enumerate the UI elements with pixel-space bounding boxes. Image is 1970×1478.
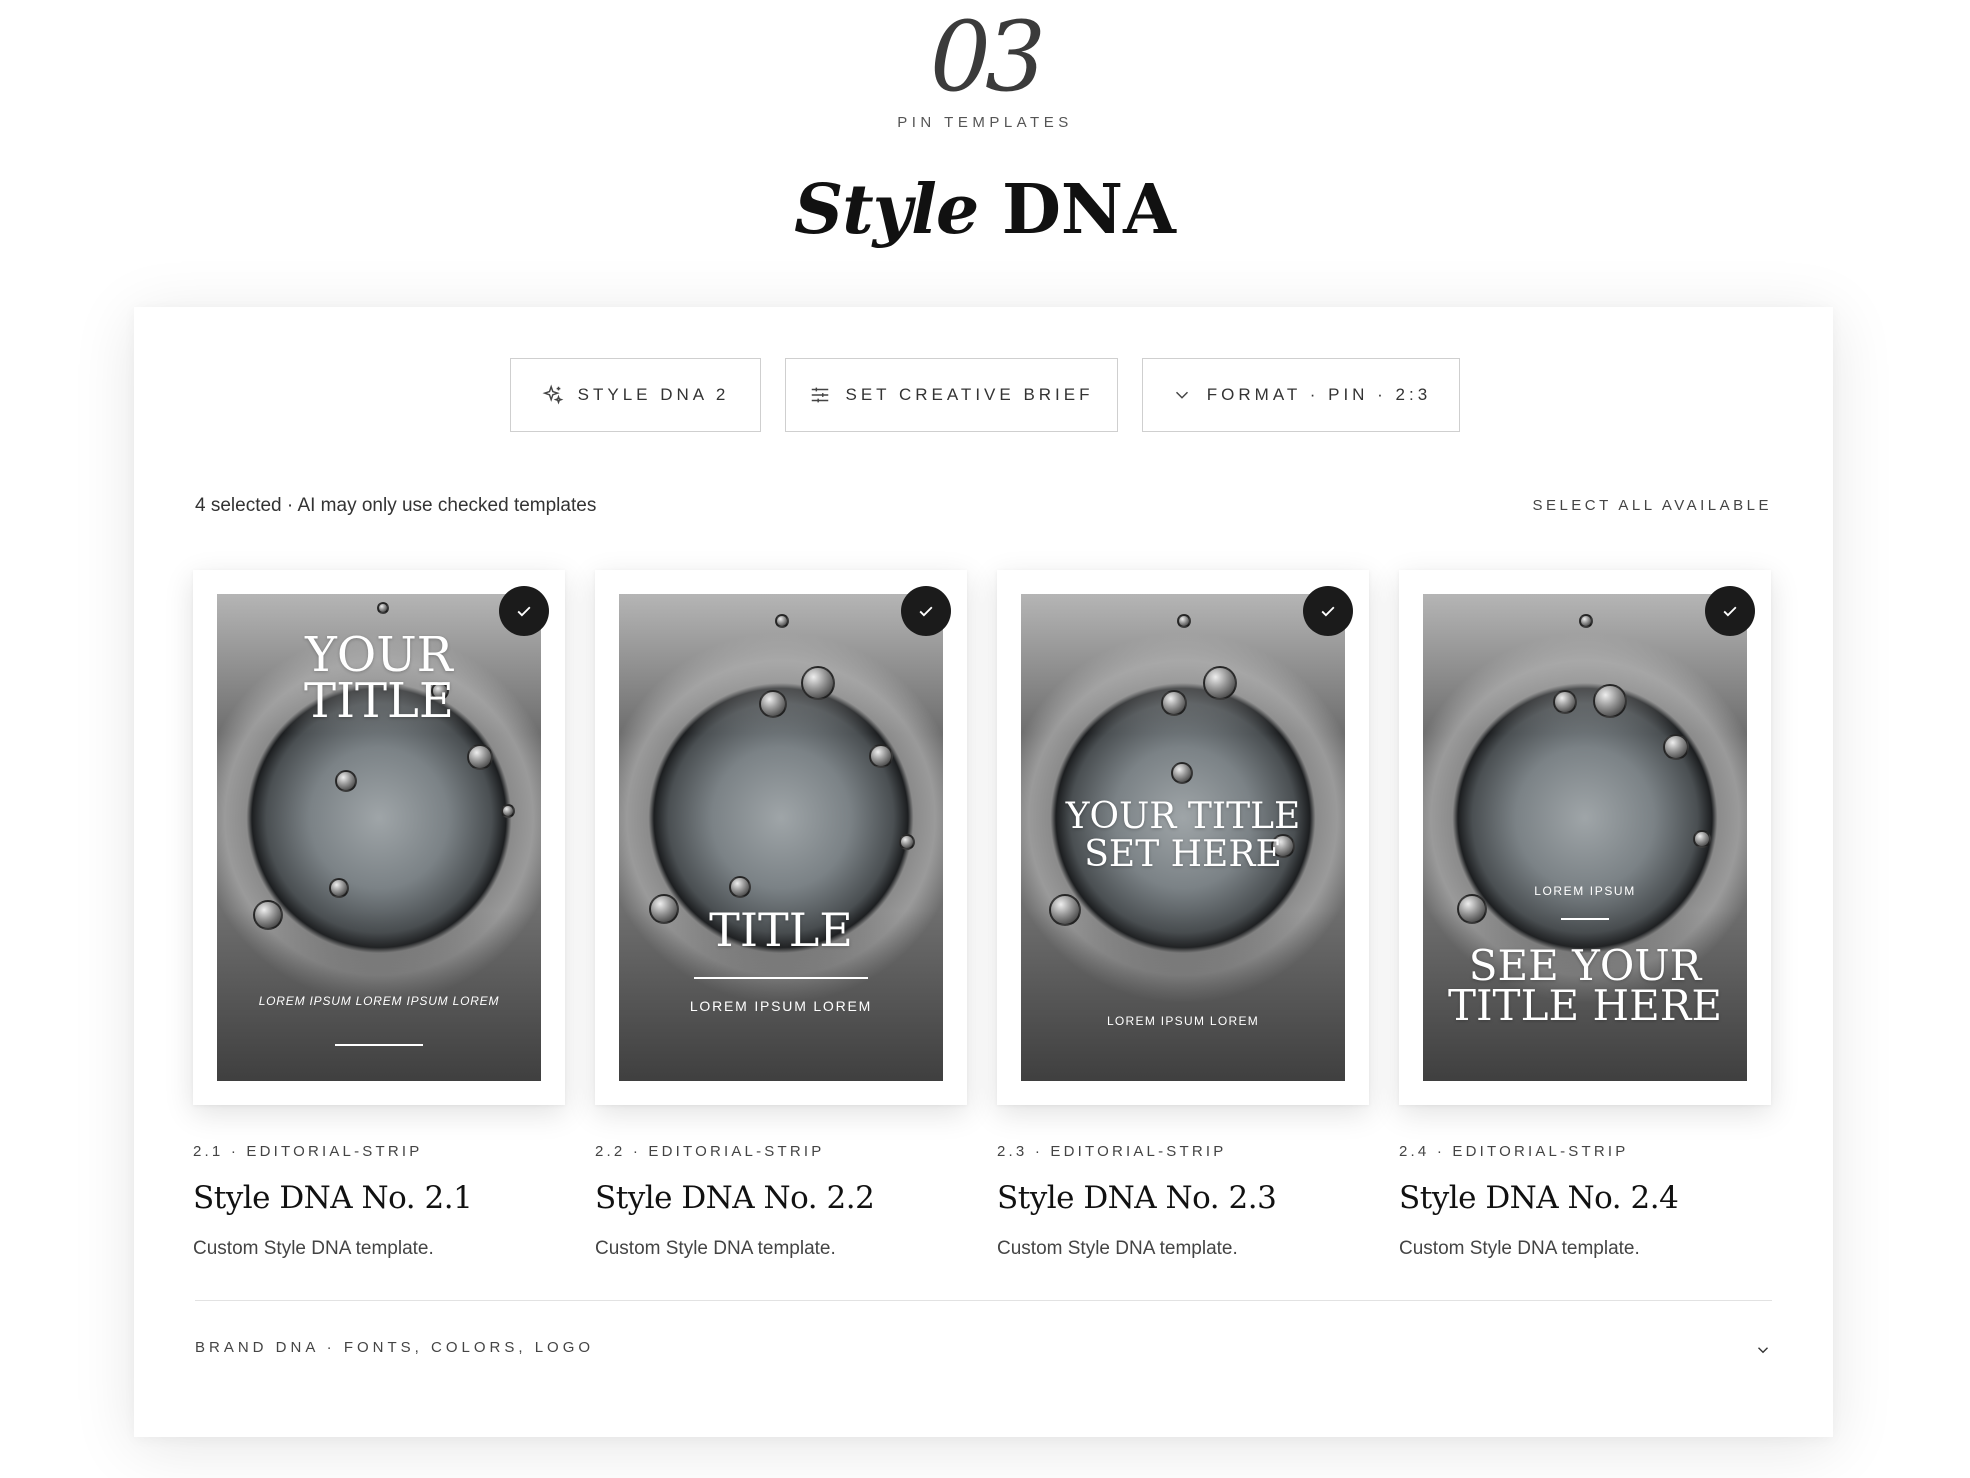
check-icon [1723,606,1737,617]
preview-title: SEE YOUR TITLE HERE [1423,941,1747,1030]
preview-title-line2: TITLE [304,673,454,729]
water-droplet [1693,830,1711,848]
water-droplet [335,770,357,792]
water-droplet [729,876,751,898]
template-name: Style DNA No. 2.1 [193,1180,473,1216]
preview-title-line1: YOUR [305,627,453,683]
water-droplet [869,744,893,768]
template-checkbox[interactable] [901,586,951,636]
preview-divider [335,1044,423,1046]
water-droplet [377,602,389,614]
page-title-italic: Style [794,170,979,250]
water-droplet [329,878,349,898]
template-preview-image: YOUR TITLE LOREM IPSUM LOREM IPSUM LOREM [217,594,541,1081]
template-description: Custom Style DNA template. [1399,1238,1640,1259]
preview-subtitle: LOREM IPSUM LOREM [689,998,873,1014]
water-droplet [501,804,515,818]
template-meta: 2.2 · EDITORIAL-STRIP [595,1143,825,1160]
check-icon [919,606,933,617]
preview-title: TITLE [709,903,853,957]
template-checkbox[interactable] [1705,586,1755,636]
template-preview-image: YOUR TITLE SET HERE LOREM IPSUM LOREM [1021,594,1345,1081]
template-preview-frame[interactable]: YOUR TITLE SET HERE LOREM IPSUM LOREM [997,570,1369,1105]
template-meta: 2.3 · EDITORIAL-STRIP [997,1143,1227,1160]
select-all-link[interactable]: SELECT ALL AVAILABLE [1532,497,1772,514]
water-droplet [1161,690,1187,716]
template-description: Custom Style DNA template. [193,1238,434,1259]
brand-dna-label: BRAND DNA · FONTS, COLORS, LOGO [195,1339,595,1356]
template-preview-frame[interactable]: YOUR TITLE LOREM IPSUM LOREM IPSUM LOREM [193,570,565,1105]
water-droplet [1663,734,1689,760]
chevron-down-icon [1175,391,1188,399]
water-droplet [1177,614,1191,628]
toolbar: STYLE DNA 2 SET CREATIVE BRIEF FORMAT · … [134,358,1833,432]
template-meta: 2.1 · EDITORIAL-STRIP [193,1143,423,1160]
preview-kicker: LOREM IPSUM [1534,884,1636,898]
template-meta: 2.4 · EDITORIAL-STRIP [1399,1143,1629,1160]
water-droplet [1553,690,1577,714]
creative-brief-label: SET CREATIVE BRIEF [845,385,1094,404]
selection-status: 4 selected · AI may only use checked tem… [195,495,597,516]
template-preview-image: TITLE LOREM IPSUM LOREM [619,594,943,1081]
section-number: 03 [929,1,1046,113]
water-droplet [775,614,789,628]
section-label: PIN TEMPLATES [897,114,1073,131]
template-checkbox[interactable] [1303,586,1353,636]
template-description: Custom Style DNA template. [595,1238,836,1259]
template-checkbox[interactable] [499,586,549,636]
check-icon [517,606,531,617]
preview-title: YOUR TITLE [217,627,541,729]
sliders-icon [812,387,829,403]
preview-divider [694,977,868,979]
template-preview-frame[interactable]: TITLE LOREM IPSUM LOREM [595,570,967,1105]
set-creative-brief-button[interactable]: SET CREATIVE BRIEF [785,358,1118,432]
preview-subtitle: LOREM IPSUM LOREM IPSUM LOREM [258,994,500,1008]
template-preview-image: LOREM IPSUM SEE YOUR TITLE HERE [1423,594,1747,1081]
page-title: Style DNA [0,170,1970,250]
water-droplet [1171,762,1193,784]
chevron-down-icon [1758,1347,1768,1354]
preview-subtitle: LOREM IPSUM LOREM [1106,1014,1260,1028]
water-droplet [467,744,493,770]
template-name: Style DNA No. 2.2 [595,1180,875,1216]
template-description: Custom Style DNA template. [997,1238,1238,1259]
section-divider [195,1300,1772,1301]
style-dna-label: STYLE DNA 2 [577,385,730,404]
templates-panel: STYLE DNA 2 SET CREATIVE BRIEF FORMAT · … [134,307,1833,1437]
water-droplet [1579,614,1593,628]
water-droplet [759,690,787,718]
preview-title-line1: SEE YOUR [1468,941,1702,990]
water-droplet [253,900,283,930]
water-droplet [1457,894,1487,924]
brand-dna-toggle[interactable]: BRAND DNA · FONTS, COLORS, LOGO [195,1337,1772,1367]
water-droplet [1593,684,1627,718]
preview-divider [1561,918,1609,920]
template-name: Style DNA No. 2.3 [997,1180,1277,1216]
page-title-rest: DNA [978,170,1176,250]
selection-row: 4 selected · AI may only use checked tem… [195,495,1772,525]
water-droplet [899,834,915,850]
sparkles-icon [542,384,564,405]
water-droplet [1203,666,1237,700]
template-name: Style DNA No. 2.4 [1399,1180,1679,1216]
template-preview-frame[interactable]: LOREM IPSUM SEE YOUR TITLE HERE [1399,570,1771,1105]
format-dropdown[interactable]: FORMAT · PIN · 2:3 [1142,358,1460,432]
preview-title-line2: TITLE HERE [1447,981,1723,1030]
check-icon [1321,606,1335,617]
style-dna-button[interactable]: STYLE DNA 2 [510,358,761,432]
water-droplet [1049,894,1081,926]
preview-title-line1: YOUR TITLE [1065,796,1301,837]
format-label: FORMAT · PIN · 2:3 [1206,385,1432,404]
preview-title-line2: SET HERE [1084,834,1282,875]
water-droplet [801,666,835,700]
preview-title: YOUR TITLE SET HERE [1021,798,1345,874]
